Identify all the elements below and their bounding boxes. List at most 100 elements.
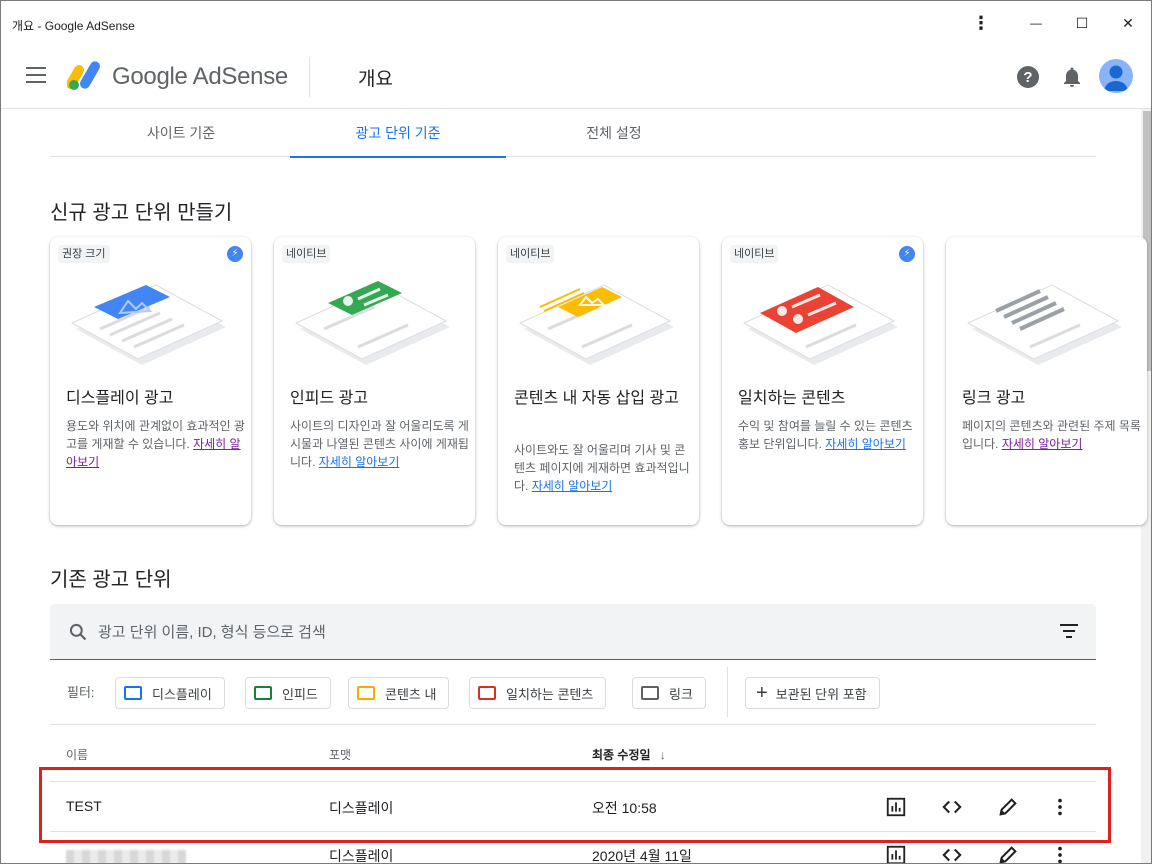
card-title: 콘텐츠 내 자동 삽입 광고 [514, 390, 679, 407]
column-header-name[interactable]: 이름 [66, 746, 88, 763]
card-badge: 네이티브 [730, 245, 779, 263]
card-badge: 권장 크기 [58, 245, 110, 263]
display-format-icon [124, 686, 142, 700]
card-badge: 네이티브 [282, 245, 331, 263]
close-window-button[interactable]: ✕ [1105, 8, 1151, 38]
column-header-modified[interactable]: 최종 수정일 ↓ [592, 746, 666, 763]
card-in-article-ad[interactable]: 네이티브 콘텐츠 내 자동 삽입 광고 사이트와도 잘 어울리며 기사 및 콘텐… [498, 237, 699, 525]
search-bar [50, 604, 1096, 660]
card-badge: 네이티브 [506, 245, 555, 263]
filter-chip-infeed[interactable]: 인피드 [245, 677, 331, 709]
card-title: 디스플레이 광고 [66, 390, 174, 407]
in-article-format-icon [357, 686, 375, 700]
learn-more-link[interactable]: 자세히 알아보기 [532, 479, 613, 493]
column-header-modified-label: 최종 수정일 [592, 748, 651, 762]
card-title: 일치하는 콘텐츠 [738, 390, 846, 407]
avatar[interactable] [1099, 59, 1133, 93]
minimize-icon: — [1030, 16, 1042, 30]
header-divider [309, 57, 310, 97]
close-icon: ✕ [1122, 14, 1134, 31]
filter-chip-label: 콘텐츠 내 [385, 686, 437, 702]
arrow-down-icon: ↓ [659, 748, 666, 762]
tab-site[interactable]: 사이트 기준 [83, 109, 279, 157]
include-archived-label: 보관된 단위 포함 [775, 686, 867, 702]
window-menu-button[interactable]: ⋮ [958, 8, 1004, 38]
filter-chip-in-article[interactable]: 콘텐츠 내 [348, 677, 450, 709]
pencil-icon [999, 846, 1017, 863]
matched-content-illustration-icon [742, 284, 898, 365]
infeed-format-icon [254, 686, 272, 700]
filter-row: 필터: 디스플레이 인피드 콘텐츠 내 일치하는 콘텐츠 링크 + 보관된 단위 … [50, 665, 1096, 725]
bar-chart-icon [886, 845, 906, 863]
ad-unit-modified: 2020년 4월 11일 [592, 848, 692, 864]
app-window: 개요 - Google AdSense ⋮ — ☐ ✕ Google AdSen… [0, 0, 1152, 864]
learn-more-link[interactable]: 자세히 알아보기 [825, 437, 906, 451]
card-title: 인피드 광고 [290, 390, 369, 407]
link-format-icon [641, 686, 659, 700]
ad-unit-format: 디스플레이 [329, 848, 394, 864]
card-matched-content[interactable]: 네이티브 ⚡ 일치하는 콘텐츠 수익 및 참여를 늘릴 수 있는 콘텐츠 홍보 … [722, 237, 923, 525]
bell-icon[interactable] [1060, 65, 1084, 89]
tab-ad-unit[interactable]: 광고 단위 기준 [290, 109, 506, 158]
page-title: 개요 [358, 69, 393, 90]
learn-more-link[interactable]: 자세히 알아보기 [1002, 437, 1083, 451]
more-vert-icon [1058, 846, 1062, 863]
report-button[interactable] [884, 843, 908, 863]
include-archived-button[interactable]: + 보관된 단위 포함 [745, 677, 880, 709]
filter-label: 필터: [67, 685, 95, 700]
filter-chip-label: 링크 [669, 686, 693, 702]
window-title: 개요 - Google AdSense [12, 19, 135, 33]
bolt-icon: ⚡ [899, 246, 915, 262]
tab-all-settings[interactable]: 전체 설정 [516, 109, 712, 157]
learn-more-link[interactable]: 자세히 알아보기 [319, 455, 400, 469]
filter-chip-label: 디스플레이 [152, 686, 212, 702]
minimize-button[interactable]: — [1013, 8, 1059, 38]
card-display-ad[interactable]: 권장 크기 ⚡ 디스플레이 광고 용도와 위치에 관계없이 효과적인 광고를 게… [50, 237, 251, 525]
svg-text:?: ? [1023, 69, 1032, 86]
link-ad-illustration-icon [966, 284, 1122, 365]
card-description: 용도와 위치에 관계없이 효과적인 광고를 게재할 수 있습니다. 자세히 알아… [66, 417, 246, 471]
filter-chip-display[interactable]: 디스플레이 [115, 677, 225, 709]
maximize-button[interactable]: ☐ [1059, 8, 1105, 38]
filter-list-icon[interactable] [1060, 624, 1078, 638]
card-description: 페이지의 콘텐츠와 관련된 주제 목록입니다. 자세히 알아보기 [962, 417, 1142, 453]
tab-label: 광고 단위 기준 [355, 125, 441, 141]
card-link-ad[interactable]: 링크 광고 페이지의 콘텐츠와 관련된 주제 목록입니다. 자세히 알아보기 [946, 237, 1147, 525]
column-header-format[interactable]: 포맷 [329, 746, 351, 763]
blurred-ad-unit-name[interactable] [66, 850, 186, 863]
infeed-ad-illustration-icon [294, 281, 450, 365]
get-code-button[interactable] [940, 843, 964, 863]
tab-label: 전체 설정 [586, 125, 642, 141]
filter-chip-matched-content[interactable]: 일치하는 콘텐츠 [469, 677, 607, 709]
create-section-title: 신규 광고 단위 만들기 [50, 202, 233, 224]
tab-label: 사이트 기준 [146, 125, 216, 141]
card-infeed-ad[interactable]: 네이티브 인피드 광고 사이트의 디자인과 잘 어울리도록 게시물과 나열된 콘… [274, 237, 475, 525]
hamburger-menu-icon[interactable] [26, 67, 46, 83]
highlight-annotation-box [39, 767, 1111, 843]
tab-bar: 사이트 기준 광고 단위 기준 전체 설정 [50, 109, 1096, 158]
card-description: 수익 및 참여를 늘릴 수 있는 콘텐츠 홍보 단위입니다. 자세히 알아보기 [738, 417, 918, 453]
card-description: 사이트의 디자인과 잘 어울리도록 게시물과 나열된 콘텐츠 사이에 게재됩니다… [290, 417, 470, 471]
existing-section-title: 기존 광고 단위 [50, 569, 172, 591]
user-avatar-icon [1104, 65, 1128, 91]
more-vert-icon: ⋮ [972, 12, 990, 33]
card-title: 링크 광고 [962, 390, 1026, 407]
maximize-icon: ☐ [1075, 14, 1089, 31]
search-input[interactable] [98, 618, 998, 646]
title-bar: 개요 - Google AdSense ⋮ — ☐ ✕ [1, 1, 1151, 45]
filter-chip-label: 일치하는 콘텐츠 [506, 686, 594, 702]
edit-button[interactable] [996, 843, 1020, 863]
bolt-icon: ⚡ [227, 246, 243, 262]
search-icon [69, 623, 87, 641]
filter-chip-label: 인피드 [282, 686, 318, 702]
filter-chip-link[interactable]: 링크 [632, 677, 706, 709]
code-icon [942, 848, 962, 862]
in-article-ad-illustration-icon [518, 284, 674, 365]
adsense-logo-icon [67, 61, 100, 90]
help-icon[interactable]: ? [1016, 65, 1040, 89]
display-ad-illustration-icon [70, 284, 226, 365]
more-options-button[interactable] [1048, 843, 1072, 863]
matched-content-format-icon [478, 686, 496, 700]
filter-divider [727, 667, 728, 717]
card-description: 사이트와도 잘 어울리며 기사 및 콘텐츠 페이지에 게재하면 효과적입니다. … [514, 441, 694, 495]
